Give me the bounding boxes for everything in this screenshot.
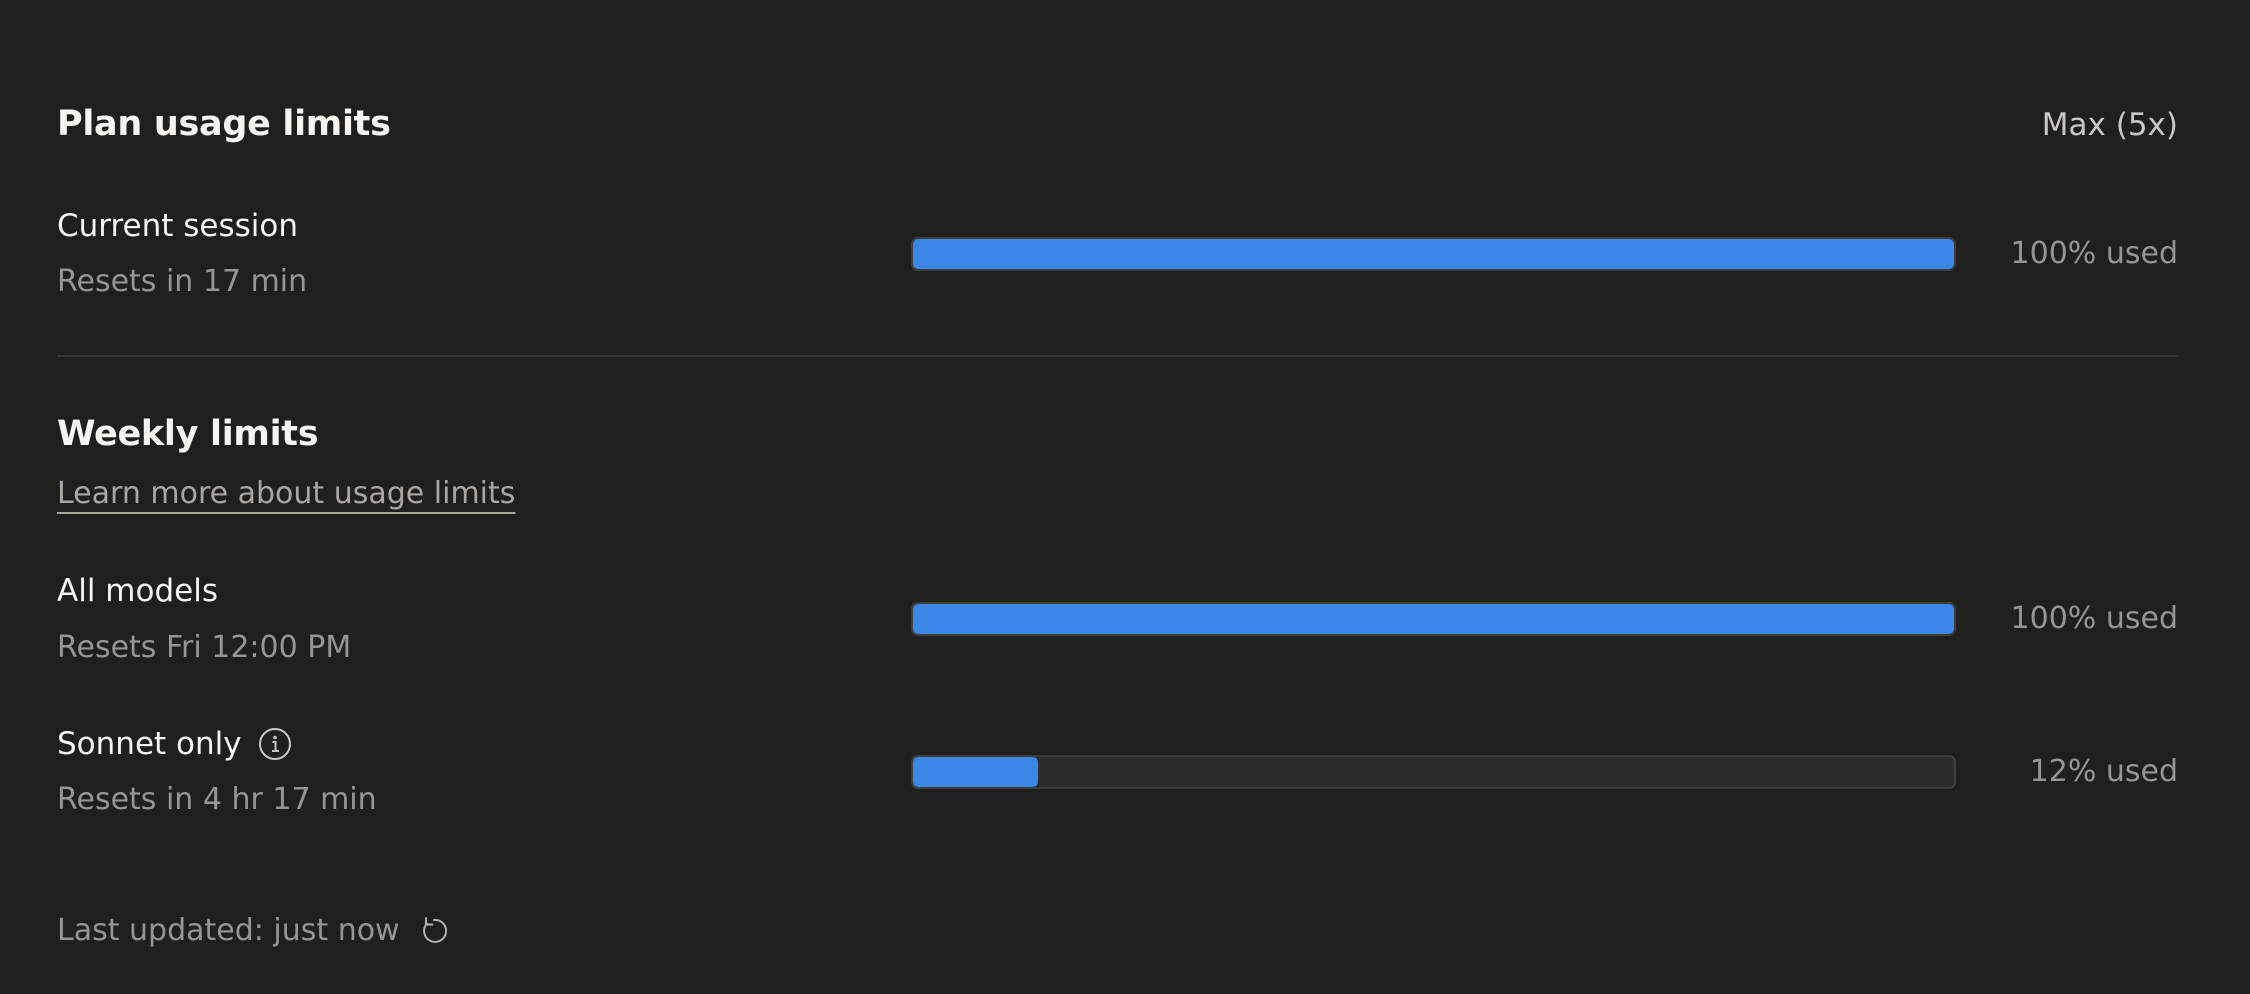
current-session-reset: Resets in 17 min — [57, 264, 308, 299]
plan-usage-title: Plan usage limits — [57, 104, 391, 144]
all-models-progress-bar — [911, 602, 1956, 636]
sonnet-only-usage: 12% used — [2029, 754, 2178, 789]
sonnet-only-row-label: Sonnet only — [57, 726, 292, 762]
sonnet-only-reset: Resets in 4 hr 17 min — [57, 782, 377, 817]
last-updated-row: Last updated: just now — [57, 913, 450, 948]
weekly-limits-title: Weekly limits — [57, 414, 319, 454]
last-updated-text: Last updated: just now — [57, 913, 400, 948]
sonnet-only-label: Sonnet only — [57, 726, 242, 762]
current-session-label: Current session — [57, 208, 299, 244]
current-session-progress-fill — [913, 239, 1954, 269]
sonnet-only-progress-fill — [913, 757, 1038, 787]
section-divider — [57, 355, 2178, 357]
current-session-usage: 100% used — [2010, 236, 2178, 271]
info-icon[interactable] — [258, 727, 292, 761]
all-models-usage: 100% used — [2010, 601, 2178, 636]
refresh-icon[interactable] — [418, 915, 450, 947]
all-models-progress-fill — [913, 604, 1954, 634]
all-models-label: All models — [57, 573, 218, 609]
usage-limits-panel: Plan usage limits Max (5x) Current sessi… — [0, 0, 2250, 994]
all-models-reset: Resets Fri 12:00 PM — [57, 630, 352, 665]
plan-tier-badge: Max (5x) — [2041, 107, 2178, 143]
sonnet-only-progress-bar — [911, 755, 1956, 789]
learn-more-link[interactable]: Learn more about usage limits — [57, 476, 515, 511]
current-session-progress-bar — [911, 237, 1956, 271]
